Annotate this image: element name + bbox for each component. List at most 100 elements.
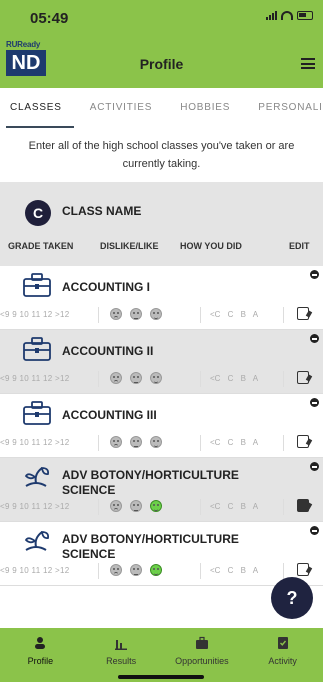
grade-mark-options[interactable]: <C C B A	[210, 438, 258, 447]
remove-icon[interactable]	[310, 462, 319, 471]
dislike-face-icon[interactable]	[110, 308, 122, 320]
class-name-header: CLASS NAME	[62, 204, 142, 218]
remove-icon[interactable]	[310, 270, 319, 279]
bottom-nav: Profile Results Opportunities Activity	[0, 628, 323, 682]
grade-options[interactable]: <9 9 10 11 12 >12	[0, 502, 69, 511]
grade-options[interactable]: <9 9 10 11 12 >12	[0, 374, 69, 383]
divider	[283, 563, 284, 579]
dislike-face-icon[interactable]	[110, 564, 122, 576]
divider	[200, 307, 201, 323]
grade-options[interactable]: <9 9 10 11 12 >12	[0, 438, 69, 447]
page-title: Profile	[139, 56, 184, 72]
class-name: ADV BOTONY/HORTICULTURE SCIENCE	[62, 468, 239, 497]
neutral-face-icon[interactable]	[130, 500, 142, 512]
grade-options[interactable]: <9 9 10 11 12 >12	[0, 566, 69, 575]
row-options: <9 9 10 11 12 >12 <C C B A	[0, 371, 323, 387]
table-row[interactable]: ADV BOTONY/HORTICULTURE SCIENCE <9 9 10 1…	[0, 522, 323, 586]
divider	[200, 371, 201, 387]
like-face-icon[interactable]	[150, 372, 162, 384]
nav-activity[interactable]: Activity	[242, 628, 323, 682]
nav-opportunities[interactable]: Opportunities	[162, 628, 243, 682]
grade-mark-options[interactable]: <C C B A	[210, 566, 258, 575]
nav-label: Results	[106, 656, 137, 666]
nav-profile[interactable]: Profile	[0, 628, 81, 682]
like-face-icon[interactable]	[150, 564, 162, 576]
plant-icon	[22, 528, 52, 554]
plant-icon	[22, 464, 52, 490]
neutral-face-icon[interactable]	[130, 308, 142, 320]
nav-label: Activity	[268, 656, 297, 666]
status-time: 05:49	[30, 10, 69, 27]
logo-top-text: RUReady	[6, 40, 41, 49]
class-name: ACCOUNTING II	[62, 344, 154, 358]
nav-results[interactable]: Results	[81, 628, 162, 682]
intro-text: Enter all of the high school classes you…	[28, 140, 295, 170]
wifi-icon	[281, 10, 293, 20]
divider	[98, 563, 99, 579]
edit-icon[interactable]	[297, 371, 309, 384]
grade-mark-options[interactable]: <C C B A	[210, 374, 258, 383]
checklist-icon	[277, 637, 288, 649]
edit-icon[interactable]	[297, 307, 309, 320]
grade-options[interactable]: <9 9 10 11 12 >12	[0, 310, 69, 319]
tab-activities[interactable]: ACTIVITIES	[90, 88, 152, 128]
class-name: ACCOUNTING III	[62, 408, 157, 422]
like-face-icon[interactable]	[150, 500, 162, 512]
briefcase-icon	[195, 636, 208, 649]
neutral-face-icon[interactable]	[130, 436, 142, 448]
tab-classes[interactable]: CLASSES	[6, 88, 74, 128]
status-icons	[266, 10, 313, 20]
divider	[98, 307, 99, 323]
edit-icon[interactable]	[297, 435, 309, 448]
section-tabs: CLASSES ACTIVITIES HOBBIES PERSONALIT	[0, 88, 323, 128]
neutral-face-icon[interactable]	[130, 564, 142, 576]
col-dislike-like: DISLIKE/LIKE	[100, 241, 159, 251]
table-row[interactable]: ADV BOTONY/HORTICULTURE SCIENCE <9 9 10 1…	[0, 458, 323, 522]
divider	[283, 499, 284, 515]
neutral-face-icon[interactable]	[130, 372, 142, 384]
person-icon	[35, 637, 46, 649]
nav-label: Opportunities	[175, 656, 229, 666]
tab-personality[interactable]: PERSONALIT	[258, 88, 323, 128]
divider	[200, 563, 201, 579]
remove-icon[interactable]	[310, 334, 319, 343]
row-options: <9 9 10 11 12 >12 <C C B A	[0, 435, 323, 451]
remove-icon[interactable]	[310, 526, 319, 535]
bar-chart-icon	[115, 640, 128, 650]
help-button[interactable]: ?	[271, 577, 313, 619]
home-indicator	[118, 675, 204, 679]
dislike-face-icon[interactable]	[110, 372, 122, 384]
row-options: <9 9 10 11 12 >12 <C C B A	[0, 307, 323, 323]
nav-label: Profile	[27, 656, 54, 666]
app-header: 05:49 RUReady ND Profile	[0, 0, 323, 88]
remove-icon[interactable]	[310, 398, 319, 407]
like-face-icon[interactable]	[150, 308, 162, 320]
dislike-face-icon[interactable]	[110, 500, 122, 512]
divider	[283, 435, 284, 451]
class-name: ADV BOTONY/HORTICULTURE SCIENCE	[62, 532, 239, 561]
divider	[98, 435, 99, 451]
table-header: C CLASS NAME GRADE TAKEN DISLIKE/LIKE HO…	[0, 182, 323, 266]
col-grade-taken: GRADE TAKEN	[8, 241, 74, 251]
divider	[98, 371, 99, 387]
briefcase-icon	[22, 272, 52, 298]
divider	[283, 371, 284, 387]
divider	[200, 499, 201, 515]
row-options: <9 9 10 11 12 >12 <C C B A	[0, 563, 323, 579]
tab-hobbies[interactable]: HOBBIES	[180, 88, 230, 128]
hamburger-menu-icon[interactable]	[301, 58, 315, 69]
col-edit: EDIT	[289, 241, 310, 251]
edit-icon[interactable]	[297, 563, 309, 576]
table-row[interactable]: ACCOUNTING I <9 9 10 11 12 >12 <C C B A	[0, 266, 323, 330]
like-face-icon[interactable]	[150, 436, 162, 448]
signal-icon	[266, 10, 277, 20]
divider	[283, 307, 284, 323]
table-row[interactable]: ACCOUNTING III <9 9 10 11 12 >12 <C C B A	[0, 394, 323, 458]
table-row[interactable]: ACCOUNTING II <9 9 10 11 12 >12 <C C B A	[0, 330, 323, 394]
grade-mark-options[interactable]: <C C B A	[210, 310, 258, 319]
divider	[98, 499, 99, 515]
edit-icon[interactable]	[297, 499, 309, 512]
row-options: <9 9 10 11 12 >12 <C C B A	[0, 499, 323, 515]
dislike-face-icon[interactable]	[110, 436, 122, 448]
grade-mark-options[interactable]: <C C B A	[210, 502, 258, 511]
